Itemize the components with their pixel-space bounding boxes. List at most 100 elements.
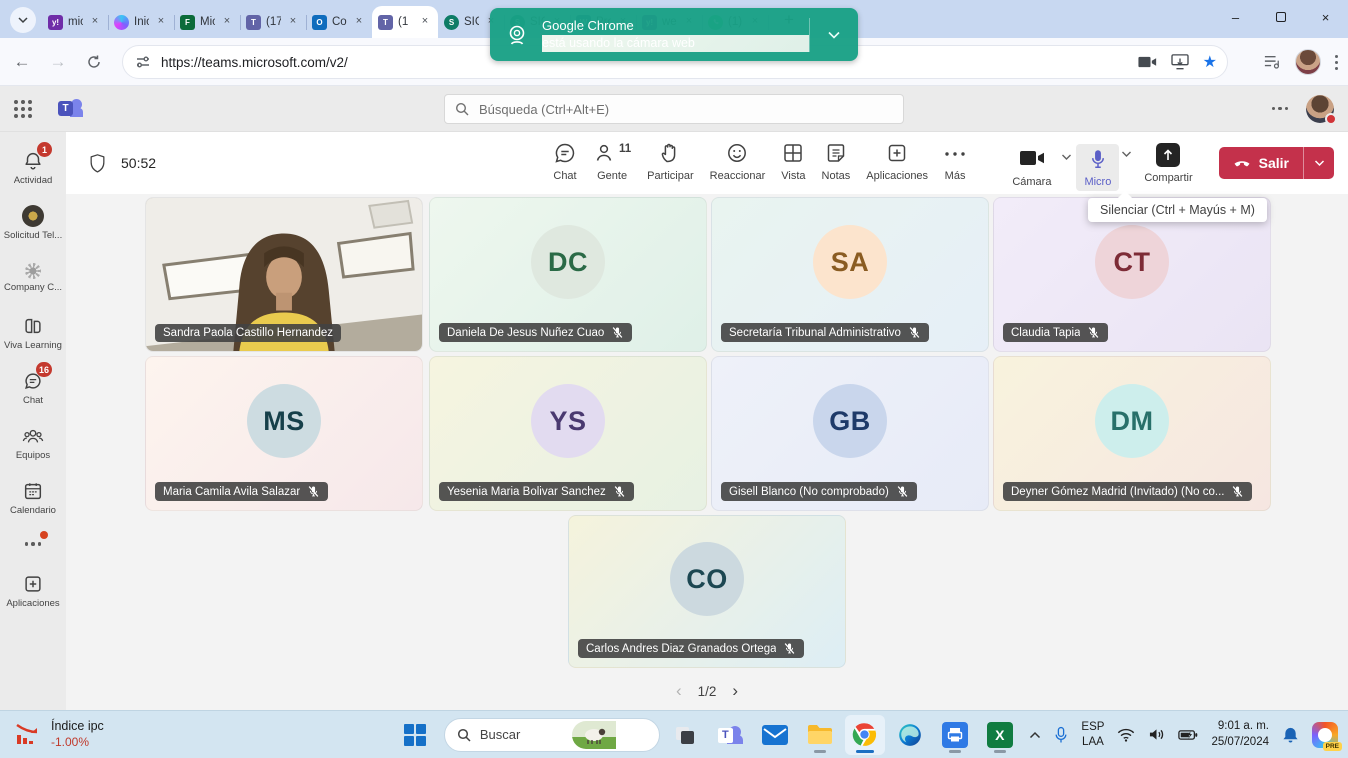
raise-hand-button[interactable]: Participar xyxy=(639,141,701,182)
sidebar-item-viva-learning[interactable]: Viva Learning xyxy=(0,305,66,360)
window-minimize-button[interactable]: – xyxy=(1213,0,1258,34)
camera-in-use-icon[interactable] xyxy=(1138,55,1157,69)
sidebar-item-company[interactable]: Company C... xyxy=(0,250,66,305)
file-explorer-button[interactable] xyxy=(800,715,840,755)
participant-tile[interactable]: DM Deyner Gómez Madrid (Invitado) (No co… xyxy=(993,356,1271,511)
browser-tab-teams[interactable]: T (17) C × xyxy=(240,6,306,38)
mail-app-button[interactable] xyxy=(755,715,795,755)
mic-button[interactable]: Micro xyxy=(1076,144,1119,191)
battery-icon[interactable] xyxy=(1178,729,1198,741)
share-button[interactable]: Compartir xyxy=(1136,143,1200,184)
camera-options-chevron[interactable] xyxy=(1061,153,1072,161)
sidebar-item-aplicaciones[interactable]: Aplicaciones xyxy=(0,563,66,618)
browser-tab-yammer[interactable]: y! micro × xyxy=(42,6,108,38)
participant-tile[interactable]: MS Maria Camila Avila Salazar xyxy=(145,356,423,511)
browser-tab-copilot[interactable]: Inicio × xyxy=(108,6,174,38)
sidebar-item-more[interactable] xyxy=(0,525,66,563)
weather-stocks-widget[interactable]: Índice ipc -1.00% xyxy=(14,719,104,749)
sidebar-item-actividad[interactable]: 1 Actividad xyxy=(0,140,66,195)
leave-button[interactable]: Salir xyxy=(1219,147,1334,179)
chat-button[interactable]: Chat xyxy=(545,141,585,182)
browser-tab-outlook[interactable]: O Corr × xyxy=(306,6,372,38)
task-view-button[interactable] xyxy=(665,715,705,755)
reload-button[interactable] xyxy=(80,48,108,76)
edge-button[interactable] xyxy=(890,715,930,755)
view-button[interactable]: Vista xyxy=(773,141,813,182)
participant-tile-video[interactable]: Sandra Paola Castillo Hernandez xyxy=(145,197,423,352)
restore-icon xyxy=(1276,12,1286,22)
browser-tab-forms[interactable]: F Micro × xyxy=(174,6,240,38)
participant-tile[interactable]: DC Daniela De Jesus Nuñez Cuao xyxy=(429,197,707,352)
chrome-button[interactable] xyxy=(845,715,885,755)
notification-app-name: Google Chrome xyxy=(542,17,809,35)
language-indicator[interactable]: ESPLAA xyxy=(1081,720,1104,750)
notes-button[interactable]: Notas xyxy=(814,141,859,182)
participant-tile[interactable]: YS Yesenia Maria Bolivar Sanchez xyxy=(429,356,707,511)
participant-tile[interactable]: GB Gisell Blanco (No comprobado) xyxy=(711,356,989,511)
meeting-toolbar: 50:52 Chat 11 Gente Participar xyxy=(66,132,1348,194)
browser-menu-icon[interactable] xyxy=(1335,55,1338,70)
tab-close-icon[interactable]: × xyxy=(154,15,168,29)
tab-close-icon[interactable]: × xyxy=(352,15,366,29)
more-button[interactable]: Más xyxy=(936,141,974,182)
sidebar-item-solicitud[interactable]: Solicitud Tel... xyxy=(0,195,66,250)
react-button[interactable]: Reaccionar xyxy=(702,141,774,182)
participant-nameplate: Claudia Tapia xyxy=(1003,323,1108,342)
search-icon xyxy=(457,728,471,742)
sidebar-item-equipos[interactable]: Equipos xyxy=(0,415,66,470)
notification-expand-button[interactable] xyxy=(810,30,858,40)
add-apps-icon xyxy=(885,141,909,165)
volume-icon[interactable] xyxy=(1148,727,1165,742)
back-button[interactable]: ← xyxy=(8,48,36,76)
leave-options-chevron[interactable] xyxy=(1304,159,1334,167)
apps-button[interactable]: Aplicaciones xyxy=(858,141,936,182)
tab-close-icon[interactable]: × xyxy=(88,15,102,29)
forward-button[interactable]: → xyxy=(44,48,72,76)
people-button[interactable]: 11 Gente xyxy=(585,141,639,182)
tray-expand-chevron[interactable] xyxy=(1029,731,1041,739)
taskbar-search-input[interactable]: Buscar xyxy=(444,718,660,752)
copilot-icon[interactable]: PRE xyxy=(1312,722,1338,748)
people-icon xyxy=(21,425,45,447)
window-restore-button[interactable] xyxy=(1258,0,1303,34)
teams-app-button[interactable]: T xyxy=(710,715,750,755)
shield-icon xyxy=(88,153,107,174)
tab-close-icon[interactable]: × xyxy=(418,15,432,29)
start-button[interactable] xyxy=(404,724,426,746)
tab-search-button[interactable] xyxy=(10,7,36,33)
camera-button[interactable]: Cámara xyxy=(1004,147,1059,188)
app-launcher-icon[interactable] xyxy=(14,100,32,118)
teams-more-options-icon[interactable] xyxy=(1272,107,1289,111)
save-tab-group-icon[interactable] xyxy=(1171,54,1189,70)
browser-profile-avatar[interactable] xyxy=(1295,49,1321,75)
fax-printer-app-button[interactable] xyxy=(935,715,975,755)
excel-button[interactable]: X xyxy=(980,715,1020,755)
teams-profile-avatar[interactable] xyxy=(1306,95,1334,123)
raised-hand-icon xyxy=(658,141,682,165)
bookmark-star-icon[interactable]: ★ xyxy=(1203,52,1217,72)
sidebar-item-chat[interactable]: 16 Chat xyxy=(0,360,66,415)
playlist-icon[interactable] xyxy=(1263,54,1281,70)
page-previous-button[interactable]: ‹ xyxy=(676,681,682,701)
sidebar-item-calendario[interactable]: Calendario xyxy=(0,470,66,525)
teams-search-input[interactable]: Búsqueda (Ctrl+Alt+E) xyxy=(444,94,904,124)
camera-usage-notification[interactable]: Google Chrome está usando la cámara web xyxy=(490,8,858,61)
avatar: CO xyxy=(670,542,744,616)
page-next-button[interactable]: › xyxy=(732,681,738,701)
tray-mic-icon[interactable] xyxy=(1054,726,1068,744)
mic-options-chevron[interactable] xyxy=(1121,150,1132,158)
window-close-button[interactable]: × xyxy=(1303,0,1348,34)
browser-tab-teams-meeting[interactable]: T (1 × xyxy=(372,6,438,38)
tab-title: SIGC xyxy=(464,16,479,28)
tab-title: Corr xyxy=(332,16,347,28)
notification-bell-icon[interactable] xyxy=(1282,726,1299,744)
avatar: MS xyxy=(247,384,321,458)
participant-tile[interactable]: SA Secretaría Tribunal Administrativo xyxy=(711,197,989,352)
tab-close-icon[interactable]: × xyxy=(220,15,234,29)
tab-close-icon[interactable]: × xyxy=(286,15,300,29)
participant-tile[interactable]: CO Carlos Andres Diaz Granados Ortega xyxy=(568,515,846,668)
wifi-icon[interactable] xyxy=(1117,728,1135,742)
webcam-icon xyxy=(504,23,530,47)
clock[interactable]: 9:01 a. m.25/07/2024 xyxy=(1211,719,1269,750)
avatar: YS xyxy=(531,384,605,458)
